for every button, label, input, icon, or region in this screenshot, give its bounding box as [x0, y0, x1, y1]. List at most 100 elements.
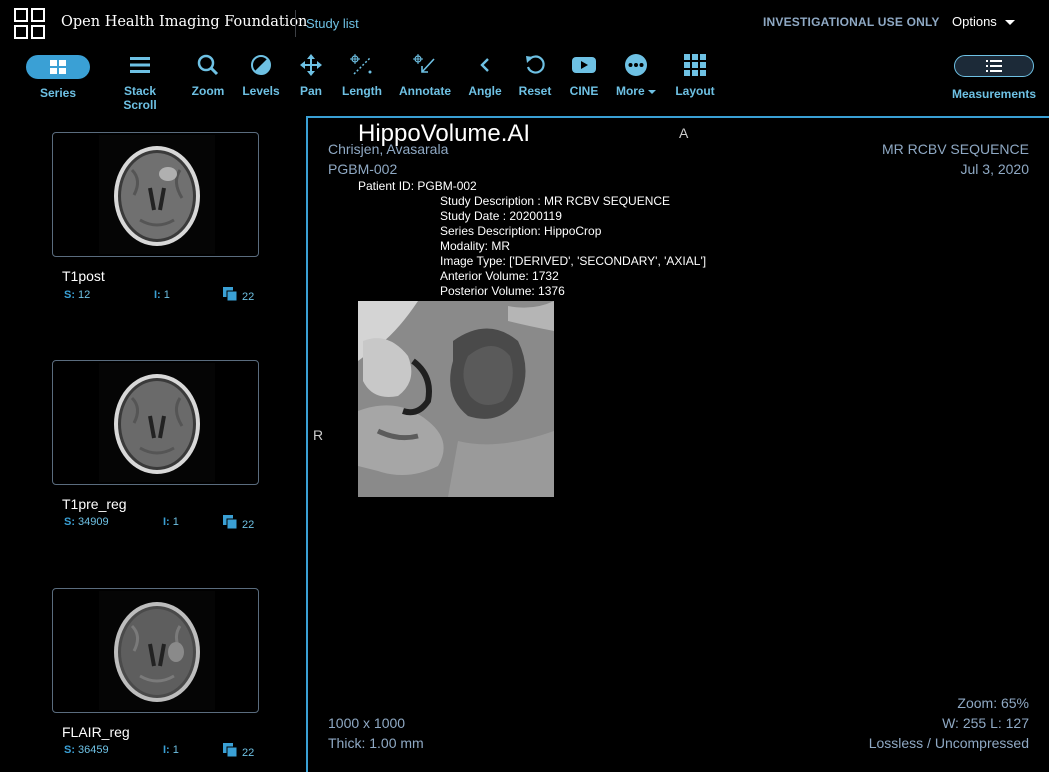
stack-scroll-button[interactable]: Stack Scroll: [106, 48, 174, 112]
s-value: 34909: [78, 516, 109, 528]
ohif-logo-icon[interactable]: [14, 8, 45, 39]
i-value: 1: [172, 516, 179, 528]
orientation-marker-top: A: [679, 125, 689, 141]
i-label: I:: [163, 744, 170, 756]
image-stack-icon: [223, 743, 237, 757]
cine-label: CINE: [569, 84, 599, 98]
image-count: 22: [242, 291, 255, 303]
angle-button[interactable]: Angle: [466, 48, 504, 98]
zoom-button[interactable]: Zoom: [190, 48, 226, 98]
more-tools-button[interactable]: More: [612, 48, 660, 98]
brain-scan-image: [99, 135, 215, 254]
report-series-description: Series Description: HippoCrop: [440, 224, 602, 238]
report-anterior-volume: Anterior Volume: 1732: [440, 269, 559, 283]
image-stack-icon: [223, 515, 237, 529]
levels-label: Levels: [242, 84, 280, 98]
caret-down-icon: [648, 89, 656, 94]
brain-scan-image: [99, 591, 215, 710]
image-count: 22: [242, 747, 255, 759]
search-icon: [197, 54, 219, 76]
i-label: I:: [163, 516, 170, 528]
pan-label: Pan: [299, 84, 322, 98]
cine-button[interactable]: CINE: [566, 48, 602, 98]
series-thumbnail[interactable]: [52, 132, 259, 257]
report-patient-id: Patient ID: PGBM-002: [358, 179, 477, 193]
report-image-type: Image Type: ['DERIVED', 'SECONDARY', 'AX…: [440, 254, 707, 268]
report-posterior-volume: Posterior Volume: 1376: [440, 284, 565, 298]
ruler-line-icon: [350, 54, 372, 75]
options-menu[interactable]: Options: [952, 14, 1015, 29]
top-bar: Open Health Imaging Foundation Study lis…: [0, 0, 1049, 46]
series-title: FLAIR_reg: [62, 724, 130, 740]
move-arrows-icon: [300, 54, 322, 76]
bars-icon: [130, 57, 150, 73]
series-title: T1post: [62, 268, 105, 284]
report-study-description: Study Description : MR RCBV SEQUENCE: [440, 194, 671, 208]
series-thumbnail[interactable]: [52, 588, 259, 713]
series-name: MR RCBV SEQUENCE: [881, 141, 1029, 157]
i-label: I:: [154, 289, 161, 301]
annotate-button[interactable]: Annotate: [398, 48, 452, 98]
s-label: S:: [64, 744, 75, 756]
slice-thickness: Thick: 1.00 mm: [328, 735, 424, 751]
measurements-pill: [954, 55, 1034, 77]
reset-label: Reset: [518, 84, 552, 98]
more-dots-icon: [625, 54, 647, 76]
play-video-icon: [572, 57, 596, 73]
pan-button[interactable]: Pan: [296, 48, 326, 98]
layout-button[interactable]: Layout: [672, 48, 718, 98]
study-list-link[interactable]: Study list: [306, 16, 359, 31]
list-icon: [986, 60, 1002, 72]
series-number: S: 36459: [64, 744, 109, 756]
stack-scroll-label: Stack Scroll: [123, 84, 157, 112]
s-value: 36459: [78, 744, 109, 756]
brain-scan-image: [99, 363, 215, 482]
report-modality: Modality: MR: [440, 239, 511, 253]
chevron-down-icon: [1004, 20, 1015, 26]
orientation-marker-left: R: [313, 427, 324, 443]
app-title: HippoVolume.AI: [358, 120, 531, 147]
annotate-label: Annotate: [399, 84, 451, 98]
length-button[interactable]: Length: [340, 48, 384, 98]
layout-label: Layout: [675, 84, 715, 98]
s-value: 12: [78, 289, 91, 301]
more-label: More: [612, 84, 660, 98]
image-viewport[interactable]: Chrisjen, Avasarala PGBM-002 HippoVolume…: [306, 116, 1049, 772]
instance-number: I: 1: [163, 516, 179, 528]
patient-mrn: PGBM-002: [328, 161, 398, 177]
measurements-label: Measurements: [951, 87, 1037, 101]
image-stack-icon: [223, 287, 237, 301]
report-study-date: Study Date : 20200119: [440, 209, 562, 223]
levels-button[interactable]: Levels: [242, 48, 280, 98]
series-title: T1pre_reg: [62, 496, 127, 512]
reset-button[interactable]: Reset: [516, 48, 554, 98]
series-toggle-button[interactable]: Series: [26, 48, 90, 100]
grid-icon: [50, 60, 66, 74]
s-label: S:: [64, 516, 75, 528]
image-count: 22: [242, 519, 255, 531]
investigational-notice: INVESTIGATIONAL USE ONLY: [763, 15, 940, 29]
window-level: W: 255 L: 127: [942, 715, 1029, 731]
study-date: Jul 3, 2020: [960, 161, 1030, 177]
series-number: S: 34909: [64, 516, 109, 528]
toolbar: Series Stack Scroll Zoom Levels Pan Leng…: [0, 48, 1049, 116]
instance-number: I: 1: [163, 744, 179, 756]
series-panel: T1post S: 12 I: 1 22 T1pre_reg S: 34909 I: 1…: [0, 118, 306, 772]
compression-status: Lossless / Uncompressed: [868, 735, 1029, 751]
header-divider: [295, 10, 296, 37]
options-label: Options: [952, 14, 997, 29]
series-thumbnail[interactable]: [52, 360, 259, 485]
series-label: Series: [39, 86, 77, 100]
measurements-toggle-button[interactable]: Measurements: [948, 48, 1040, 101]
hippocampus-crop-image: [358, 301, 554, 497]
i-value: 1: [172, 744, 179, 756]
annotate-arrow-icon: [413, 54, 435, 73]
brand-name: Open Health Imaging Foundation: [61, 14, 308, 30]
contrast-icon: [251, 55, 271, 75]
angle-icon: [480, 58, 489, 72]
series-number: S: 12: [64, 289, 90, 301]
zoom-label: Zoom: [191, 84, 225, 98]
angle-label: Angle: [468, 84, 502, 98]
s-label: S:: [64, 289, 75, 301]
reset-icon: [526, 55, 545, 74]
